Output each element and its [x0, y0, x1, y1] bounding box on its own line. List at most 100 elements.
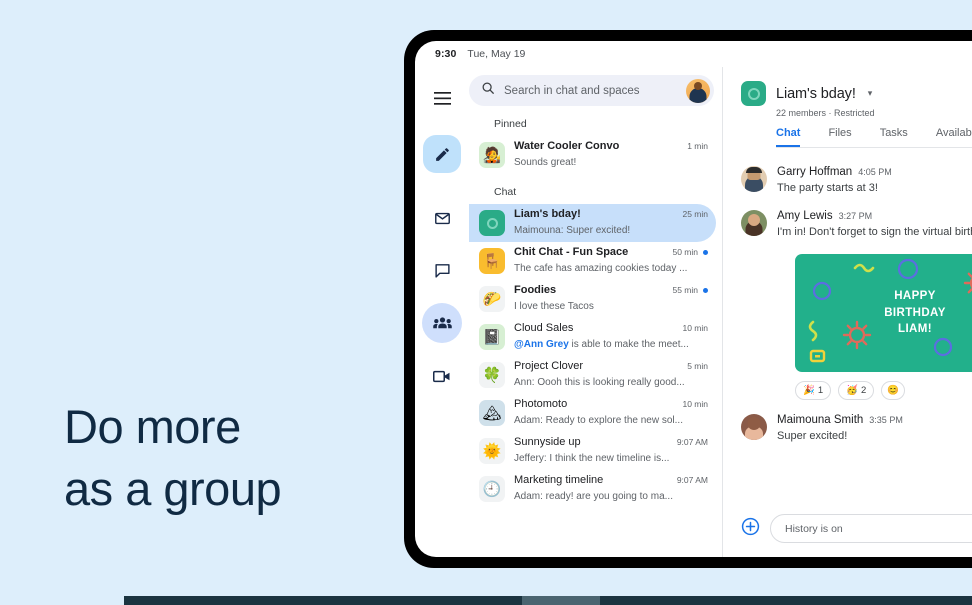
avatar[interactable]	[741, 414, 767, 440]
tab-availability[interactable]: Availabi	[936, 127, 972, 147]
list-item[interactable]: 🍀 Project Clover 5 min Ann: Oooh this is…	[469, 356, 716, 394]
list-item-preview: Adam: ready! are you going to ma...	[514, 491, 673, 502]
list-item[interactable]: 🌮 Foodies 55 min I love these Tacos	[469, 280, 716, 318]
list-item-title: Foodies	[514, 284, 557, 296]
video-camera-icon	[433, 370, 451, 383]
nav-rail	[415, 67, 469, 557]
message-body: Maimouna Smith 3:35 PM Super excited!	[777, 414, 903, 444]
tab-files[interactable]: Files	[828, 127, 851, 147]
list-item-preview: Adam: Ready to explore the new sol...	[514, 415, 683, 426]
chat-avatar: 🍀	[479, 362, 505, 388]
chat-avatar: 🏔	[479, 400, 505, 426]
user-avatar[interactable]	[686, 78, 710, 103]
avatar[interactable]	[741, 166, 767, 192]
status-date: Tue, May 19	[467, 48, 526, 60]
list-item-preview: Jeffery: I think the new timeline is...	[514, 453, 670, 464]
list-item-title: Chit Chat - Fun Space	[514, 246, 629, 258]
status-time: 9:30	[435, 48, 457, 60]
strip-segment-light	[0, 596, 124, 605]
list-item-topline: Marketing timeline 9:07 AM	[514, 474, 708, 486]
message-author: Garry Hoffman	[777, 166, 853, 178]
hero-headline: Do more as a group	[64, 400, 282, 516]
list-item-topline: Project Clover 5 min	[514, 360, 708, 372]
strip-segment-mid	[522, 596, 600, 605]
list-item-time: 50 min	[672, 247, 698, 257]
list-item-meta: Project Clover 5 min Ann: Oooh this is l…	[514, 360, 708, 390]
tab-tasks[interactable]: Tasks	[880, 127, 908, 147]
menu-button[interactable]	[423, 79, 461, 117]
chat-avatar: 🪑	[479, 248, 505, 274]
message-text: I'm in! Don't forget to sign the virtual…	[777, 226, 972, 238]
message-author: Maimouna Smith	[777, 414, 864, 426]
chevron-down-icon[interactable]: ▾	[868, 88, 873, 99]
list-item[interactable]: 🪑 Chit Chat - Fun Space 50 min The cafe …	[469, 242, 716, 280]
list-item-topline: Chit Chat - Fun Space 50 min	[514, 246, 708, 258]
list-item-time: 9:07 AM	[676, 475, 708, 485]
chat-avatar: 🌞	[479, 438, 505, 464]
conversation-tabs: Chat Files Tasks Availabi	[776, 127, 972, 148]
chat-avatar-emoji: 🕘	[482, 481, 502, 498]
message: Maimouna Smith 3:35 PM Super excited!	[741, 414, 972, 444]
add-reaction-button[interactable]: 😊	[881, 381, 906, 400]
hamburger-icon	[433, 91, 451, 105]
message-header: Garry Hoffman 4:05 PM	[777, 166, 892, 178]
list-item-time: 25 min	[682, 209, 708, 219]
chat-avatar: 🧑‍🎤	[479, 142, 505, 168]
add-attachment-button[interactable]	[741, 517, 760, 541]
list-item-topline: Water Cooler Convo 1 min	[514, 140, 708, 152]
chat-avatar-emoji: 🌮	[482, 291, 502, 308]
message-text: The party starts at 3!	[777, 182, 878, 194]
conversation-header-top: Liam's bday! ▾	[741, 81, 972, 106]
list-item-preview: @Ann Grey is able to make the meet...	[514, 339, 689, 350]
list-item[interactable]: 🏔 Photomoto 10 min Adam: Ready to explor…	[469, 394, 716, 432]
list-item-time: 10 min	[682, 323, 708, 333]
sidebar-item-chat[interactable]	[423, 251, 461, 289]
reaction-chip[interactable]: 🥳 2	[838, 381, 875, 400]
chat-bubble-icon	[434, 262, 451, 279]
chat-avatar	[479, 210, 505, 236]
message-header: Maimouna Smith 3:35 PM	[777, 414, 903, 426]
list-item-preview: Ann: Oooh this is looking really good...	[514, 377, 685, 388]
sidebar-item-spaces[interactable]	[422, 303, 462, 343]
list-item-meta: Marketing timeline 9:07 AM Adam: ready! …	[514, 474, 708, 504]
sidebar-item-mail[interactable]	[423, 199, 461, 237]
avatar-face	[747, 417, 761, 430]
list-item-time: 9:07 AM	[676, 437, 708, 447]
party-popper-icon: 🎉	[803, 385, 815, 396]
compose-button[interactable]	[423, 135, 461, 173]
list-item-topline: Sunnyside up 9:07 AM	[514, 436, 708, 448]
birthday-card[interactable]: HAPPY BIRTHDAY LIAM!	[795, 254, 972, 372]
list-item-title: Sunnyside up	[514, 436, 581, 448]
search-input[interactable]: Search in chat and spaces	[504, 85, 677, 97]
chat-avatar-emoji: 📓	[482, 329, 502, 346]
list-item[interactable]: Liam's bday! 25 min Maimouna: Super exci…	[469, 204, 716, 242]
reaction-chip[interactable]: 🎉 1	[795, 381, 832, 400]
mention-token[interactable]: @Ann Grey	[514, 339, 569, 350]
list-item-meta: Sunnyside up 9:07 AM Jeffery: I think th…	[514, 436, 708, 466]
search-bar[interactable]: Search in chat and spaces	[469, 75, 714, 106]
unread-dot	[703, 250, 708, 255]
chat-avatar-emoji: 🌞	[482, 443, 502, 460]
chat-avatar: 🌮	[479, 286, 505, 312]
strip-segment-dark-right	[600, 596, 972, 605]
status-bar: 9:30 Tue, May 19	[415, 41, 972, 67]
unread-dot	[703, 288, 708, 293]
list-item[interactable]: 🧑‍🎤 Water Cooler Convo 1 min Sounds grea…	[469, 136, 716, 174]
avatar-hat	[746, 167, 762, 173]
space-avatar	[741, 81, 766, 106]
list-item[interactable]: 🌞 Sunnyside up 9:07 AM Jeffery: I think …	[469, 432, 716, 470]
list-item[interactable]: 📓 Cloud Sales 10 min @Ann Grey is able t…	[469, 318, 716, 356]
partying-face-icon: 🥳	[846, 385, 858, 396]
sidebar-item-meet[interactable]	[423, 357, 461, 395]
list-item[interactable]: 🕘 Marketing timeline 9:07 AM Adam: ready…	[469, 470, 716, 508]
chat-avatar-emoji: 🍀	[482, 367, 502, 384]
list-item-meta: Foodies 55 min I love these Tacos	[514, 284, 708, 314]
conversation-pane: Liam's bday! ▾ 22 members · Restricted C…	[722, 67, 972, 557]
message-input[interactable]: History is on	[770, 514, 972, 543]
message-time: 4:05 PM	[858, 167, 892, 177]
page-title: Liam's bday!	[776, 85, 856, 102]
message-header: Amy Lewis 3:27 PM	[777, 210, 972, 222]
avatar[interactable]	[741, 210, 767, 236]
tab-chat[interactable]: Chat	[776, 127, 801, 147]
list-item-topline: Liam's bday! 25 min	[514, 208, 708, 220]
